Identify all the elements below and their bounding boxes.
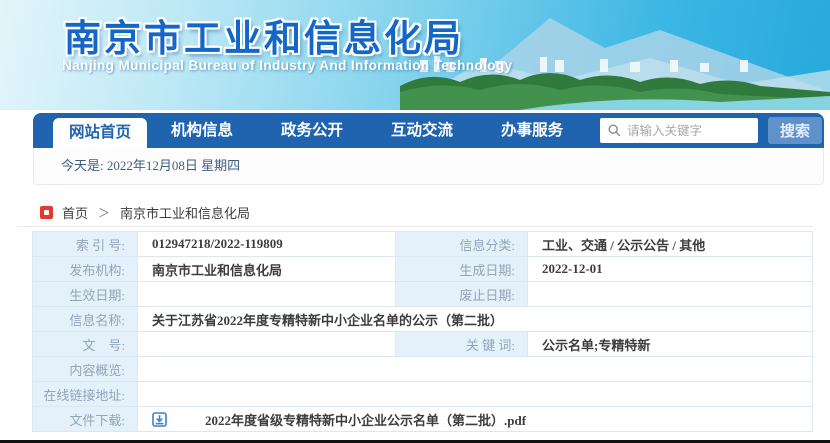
nav-tab-gov-affairs[interactable]: 政务公开 (257, 113, 367, 148)
today-date-text: 今天是: 2022年12月08日 星期四 (61, 158, 241, 173)
breadcrumb: 首页 ＞ 南京市工业和信息化局 (40, 203, 250, 222)
nav-tab-services[interactable]: 办事服务 (477, 113, 587, 148)
table-row: 在线链接地址: (32, 381, 813, 407)
table-row: 内容概览: (32, 356, 813, 382)
search-input[interactable] (627, 123, 758, 138)
doc-no-value (137, 331, 396, 357)
table-row: 索 引 号: 012947218/2022-119809 信息分类: 工业、交通… (32, 231, 813, 257)
page: 南京市工业和信息化局 Nanjing Municipal Bureau of I… (0, 0, 830, 443)
table-row: 信息名称: 关于江苏省2022年度专精特新中小企业名单的公示（第二批） (32, 306, 813, 332)
date-bar: 今天是: 2022年12月08日 星期四 (33, 148, 824, 185)
expiry-date-value (527, 281, 813, 307)
publisher-value: 南京市工业和信息化局 (137, 256, 396, 282)
table-row: 生效日期: 废止日期: (32, 281, 813, 307)
index-no-label: 索 引 号: (32, 231, 138, 257)
download-file-link[interactable]: 2022年度省级专精特新中小企业公示名单（第二批）.pdf (205, 410, 526, 429)
nav-tab-home[interactable]: 网站首页 (53, 118, 148, 148)
info-title-label: 信息名称: (32, 306, 138, 332)
nav-tab-org-info[interactable]: 机构信息 (147, 113, 257, 148)
keywords-value: 公示名单;专精特新 (527, 331, 813, 357)
create-date-value: 2022-12-01 (527, 256, 813, 282)
search-icon (608, 124, 621, 137)
breadcrumb-marker-icon (40, 206, 53, 219)
summary-value (137, 356, 813, 382)
online-link-value (137, 381, 813, 407)
doc-no-label: 文 号: (32, 331, 138, 357)
site-banner: 南京市工业和信息化局 Nanjing Municipal Bureau of I… (0, 0, 830, 110)
download-icon[interactable] (152, 411, 167, 427)
site-title: 南京市工业和信息化局 (64, 18, 464, 59)
file-download-label: 文件下载: (32, 406, 138, 432)
expiry-date-label: 废止日期: (395, 281, 528, 307)
publisher-label: 发布机构: (32, 256, 138, 282)
search-box (600, 118, 758, 143)
nav-tab-interaction[interactable]: 互动交流 (367, 113, 477, 148)
site-subtitle-en: Nanjing Municipal Bureau of Industry And… (62, 58, 513, 73)
info-title-value: 关于江苏省2022年度专精特新中小企业名单的公示（第二批） (137, 306, 813, 332)
index-no-value: 012947218/2022-119809 (137, 231, 396, 257)
summary-label: 内容概览: (32, 356, 138, 382)
table-row: 文 号: 关 键 词: 公示名单;专精特新 (32, 331, 813, 357)
effective-date-label: 生效日期: (32, 281, 138, 307)
breadcrumb-separator: ＞ (98, 206, 111, 220)
effective-date-value (137, 281, 396, 307)
keywords-label: 关 键 词: (395, 331, 528, 357)
table-row: 发布机构: 南京市工业和信息化局 生成日期: 2022-12-01 (32, 256, 813, 282)
category-value: 工业、交通 / 公示公告 / 其他 (527, 231, 813, 257)
breadcrumb-current: 南京市工业和信息化局 (120, 206, 251, 221)
document-meta-table: 索 引 号: 012947218/2022-119809 信息分类: 工业、交通… (32, 231, 813, 432)
content-divider (18, 226, 812, 227)
online-link-label: 在线链接地址: (32, 381, 138, 407)
breadcrumb-home-link[interactable]: 首页 (62, 203, 88, 222)
search-button[interactable]: 搜索 (768, 117, 822, 144)
category-label: 信息分类: (395, 231, 528, 257)
create-date-label: 生成日期: (395, 256, 528, 282)
file-download-cell: 2022年度省级专精特新中小企业公示名单（第二批）.pdf (137, 406, 813, 432)
table-row: 文件下载: 2022年度省级专精特新中小企业公示名单（第二批）.pdf (32, 406, 813, 432)
main-navbar: 网站首页 机构信息 政务公开 互动交流 办事服务 搜索 (33, 113, 824, 148)
header-scenery-illustration (400, 18, 830, 110)
